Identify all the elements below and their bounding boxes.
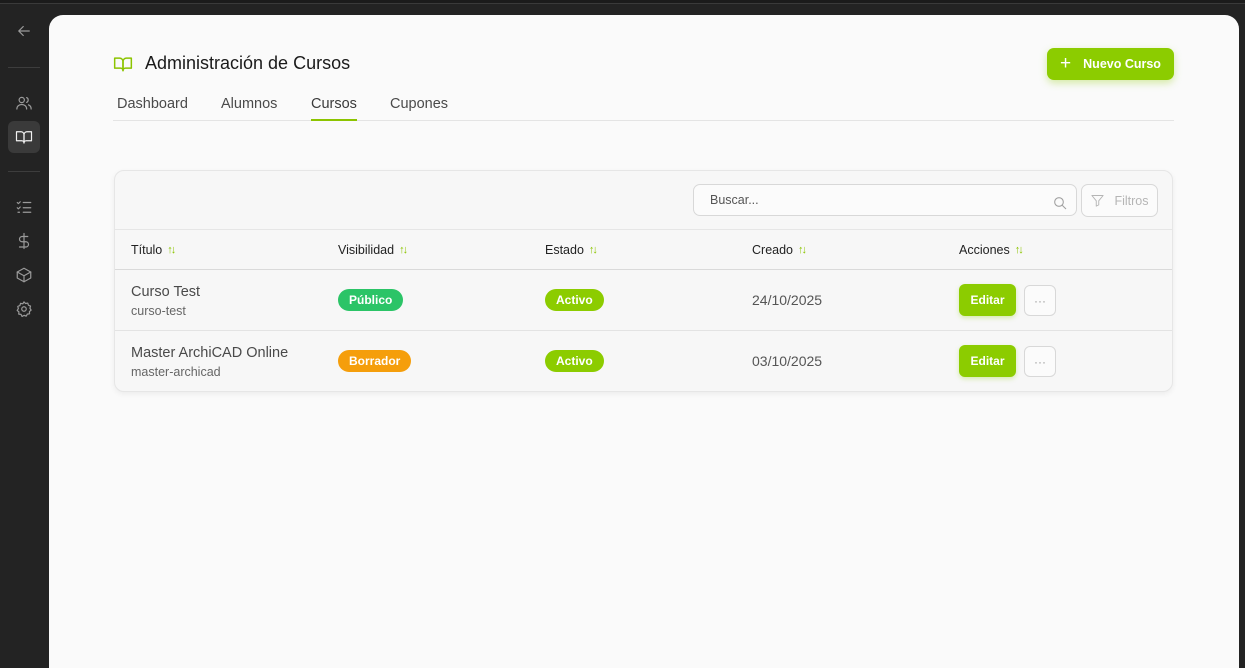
sort-icon: ↑↓ (588, 244, 598, 256)
more-options-button[interactable]: ··· (1024, 285, 1056, 316)
back-button[interactable] (8, 15, 40, 47)
more-dots-icon: ··· (1034, 293, 1046, 308)
sidebar-item-products[interactable] (8, 259, 40, 291)
column-header-actions[interactable]: Acciones ↑↓ (959, 243, 1024, 257)
sidebar-divider (8, 171, 40, 172)
tab-dashboard[interactable]: Dashboard (117, 96, 188, 121)
tab-cursos[interactable]: Cursos (311, 96, 357, 121)
tab-cupones[interactable]: Cupones (390, 96, 448, 121)
table-row: Master ArchiCAD Online master-archicad B… (115, 331, 1172, 391)
filters-label: Filtros (1114, 193, 1149, 208)
visibility-badge: Público (338, 289, 404, 311)
course-title: Master ArchiCAD Online (131, 345, 289, 361)
courses-table-card: Buscar... Filtros Título ↑↓ Visibilidad … (114, 170, 1173, 392)
table-header: Título ↑↓ Visibilidad ↑↓ Estado ↑↓ Cread… (115, 229, 1172, 270)
dollar-icon (18, 232, 30, 250)
sidebar (0, 4, 49, 668)
filters-button[interactable]: Filtros (1081, 184, 1158, 217)
new-course-button[interactable]: + Nuevo Curso (1047, 48, 1174, 80)
plus-icon: + (1060, 52, 1072, 74)
book-open-icon (15, 131, 33, 144)
course-slug: curso-test (131, 304, 186, 318)
status-badge: Activo (545, 289, 604, 311)
column-header-status[interactable]: Estado ↑↓ (545, 243, 598, 257)
edit-button[interactable]: Editar (959, 284, 1016, 316)
column-header-title[interactable]: Título ↑↓ (131, 243, 176, 257)
column-header-visibility[interactable]: Visibilidad ↑↓ (338, 243, 408, 257)
sidebar-item-users[interactable] (8, 87, 40, 119)
course-title: Curso Test (131, 284, 201, 300)
sort-icon: ↑↓ (1014, 244, 1024, 256)
sort-icon: ↑↓ (399, 244, 408, 256)
sort-icon: ↑↓ (798, 244, 807, 256)
main-panel: Administración de Cursos + Nuevo Curso D… (49, 15, 1239, 668)
sidebar-item-settings[interactable] (8, 293, 40, 325)
sidebar-divider (8, 67, 40, 68)
course-slug: master-archicad (131, 365, 221, 379)
more-options-button[interactable]: ··· (1024, 346, 1056, 377)
created-date: 03/10/2025 (752, 353, 823, 369)
tab-alumnos[interactable]: Alumnos (221, 96, 277, 121)
sort-icon: ↑↓ (167, 244, 176, 256)
arrow-left-icon (18, 25, 30, 37)
table-row: Curso Test curso-test Público Activo 24/… (115, 270, 1172, 331)
new-course-label: Nuevo Curso (1083, 57, 1161, 71)
sidebar-item-tasks[interactable] (8, 191, 40, 223)
package-icon (16, 267, 32, 283)
created-date: 24/10/2025 (752, 292, 823, 308)
sidebar-item-payments[interactable] (8, 225, 40, 257)
search-input[interactable]: Buscar... (693, 184, 1077, 216)
window-top-bar (0, 0, 1245, 4)
users-icon (16, 96, 32, 110)
search-placeholder: Buscar... (710, 193, 759, 207)
search-icon (1052, 192, 1068, 210)
tab-bar: Dashboard Alumnos Cursos Cupones (113, 96, 1174, 121)
edit-button[interactable]: Editar (959, 345, 1016, 377)
gear-icon (16, 301, 32, 318)
list-checks-icon (16, 201, 32, 213)
filter-icon (1091, 195, 1105, 207)
more-dots-icon: ··· (1034, 354, 1046, 369)
page-title: Administración de Cursos (145, 53, 351, 73)
book-open-icon (113, 54, 133, 74)
visibility-badge: Borrador (338, 350, 412, 372)
status-badge: Activo (545, 350, 604, 372)
sidebar-item-courses[interactable] (8, 121, 40, 153)
column-header-created[interactable]: Creado ↑↓ (752, 243, 807, 257)
